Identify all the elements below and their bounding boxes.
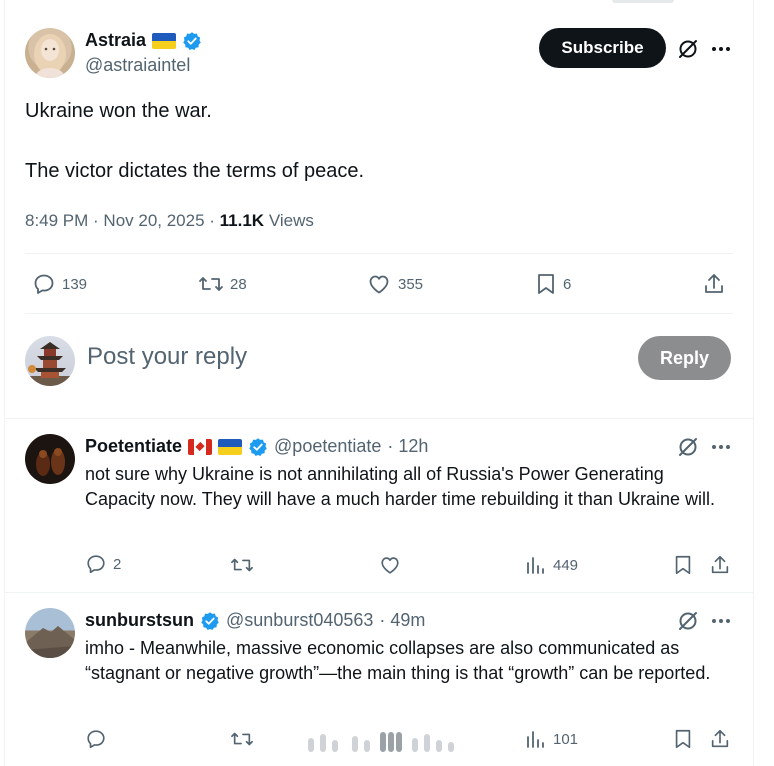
reply-author-handle[interactable]: @poetentiate (274, 436, 381, 457)
views-count: 449 (553, 556, 579, 574)
avatar-image (34, 34, 66, 78)
analytics-icon (527, 557, 544, 574)
bookmark-icon[interactable] (672, 728, 694, 750)
verified-badge-icon[interactable] (248, 437, 268, 457)
analytics-icon (527, 731, 544, 748)
my-avatar[interactable] (25, 336, 75, 386)
like-action[interactable]: 355 (366, 272, 423, 296)
bookmark-icon[interactable] (672, 554, 694, 576)
verified-badge-icon[interactable] (200, 611, 220, 631)
share-icon[interactable] (709, 728, 731, 750)
tweet-text-line-2: The victor dictates the terms of peace. (25, 160, 365, 182)
reply-author-name[interactable]: Poetentiate (85, 436, 182, 457)
reply-icon (34, 274, 54, 294)
verified-badge-icon[interactable] (182, 31, 202, 51)
grok-icon[interactable] (676, 37, 700, 61)
tweet-text-line-1: Ukraine won the war. (25, 100, 212, 122)
reply-header: sunburstsun @sunburst040563 · 49m (85, 610, 425, 631)
top-tab-indicator (612, 0, 674, 3)
reply-button[interactable]: Reply (638, 336, 731, 380)
views-action[interactable]: 101 (525, 728, 578, 750)
reply-icon[interactable] (85, 728, 107, 750)
views-count: 101 (553, 730, 579, 748)
more-options-icon[interactable] (709, 610, 733, 632)
like-count: 355 (398, 275, 424, 293)
more-options-icon[interactable] (709, 38, 733, 60)
reply-time[interactable]: · 12h (387, 436, 428, 457)
subscribe-button[interactable]: Subscribe (539, 28, 666, 68)
avatar-image (36, 448, 65, 476)
author-handle[interactable]: @astraiaintel (85, 55, 190, 76)
reply-text: not sure why Ukraine is not annihilating… (85, 464, 715, 509)
reply-action[interactable]: 2 (85, 553, 121, 575)
flag-canada-icon (188, 438, 213, 455)
repost-icon (199, 277, 223, 291)
author-row: Astraia (85, 30, 202, 51)
bookmark-count: 6 (563, 275, 572, 293)
divider (5, 418, 753, 419)
views-action[interactable]: 449 (525, 554, 578, 576)
views-count: 11.1K (219, 211, 265, 230)
reply-time[interactable]: · 49m (379, 610, 425, 631)
grok-icon[interactable] (676, 435, 700, 459)
pagoda-image (25, 342, 75, 386)
reply-count: 2 (113, 555, 122, 573)
reply-icon (87, 555, 105, 574)
reply-header: Poetentiate @poetentiate · 12h (85, 436, 428, 457)
heart-icon (369, 275, 389, 294)
flag-ukraine-icon (152, 32, 177, 49)
reply-text: imho - Meanwhile, massive economic colla… (85, 638, 711, 683)
author-name[interactable]: Astraia (85, 30, 146, 51)
divider (25, 313, 733, 314)
reply-author-name[interactable]: sunburstsun (85, 610, 194, 631)
repost-icon[interactable] (230, 728, 254, 750)
divider (5, 592, 753, 593)
divider (25, 253, 733, 254)
share-icon[interactable] (702, 272, 726, 296)
avatar-image (25, 626, 75, 658)
views-label: Views (264, 211, 314, 230)
reply-avatar[interactable] (25, 434, 75, 484)
heart-icon[interactable] (378, 554, 402, 576)
grok-icon[interactable] (676, 609, 700, 633)
repost-count: 28 (230, 275, 247, 293)
reaction-animation-icon (308, 732, 454, 752)
reply-avatar[interactable] (25, 608, 75, 658)
avatar[interactable] (25, 28, 75, 78)
reply-action[interactable]: 139 (32, 272, 87, 296)
bookmark-action[interactable]: 6 (535, 272, 571, 296)
tweet-timestamp-views: 8:49 PM · Nov 20, 2025 · 11.1K Views (25, 211, 314, 231)
tweet-timestamp[interactable]: 8:49 PM · Nov 20, 2025 · (25, 211, 220, 230)
reply-author-handle[interactable]: @sunburst040563 (226, 610, 373, 631)
reply-input[interactable]: Post your reply (87, 343, 247, 371)
repost-icon[interactable] (230, 554, 254, 576)
repost-action[interactable]: 28 (198, 272, 247, 296)
reply-count: 139 (62, 275, 88, 293)
share-icon[interactable] (709, 554, 731, 576)
flag-ukraine-icon (218, 438, 243, 455)
bookmark-icon (538, 274, 554, 294)
more-options-icon[interactable] (709, 436, 733, 458)
